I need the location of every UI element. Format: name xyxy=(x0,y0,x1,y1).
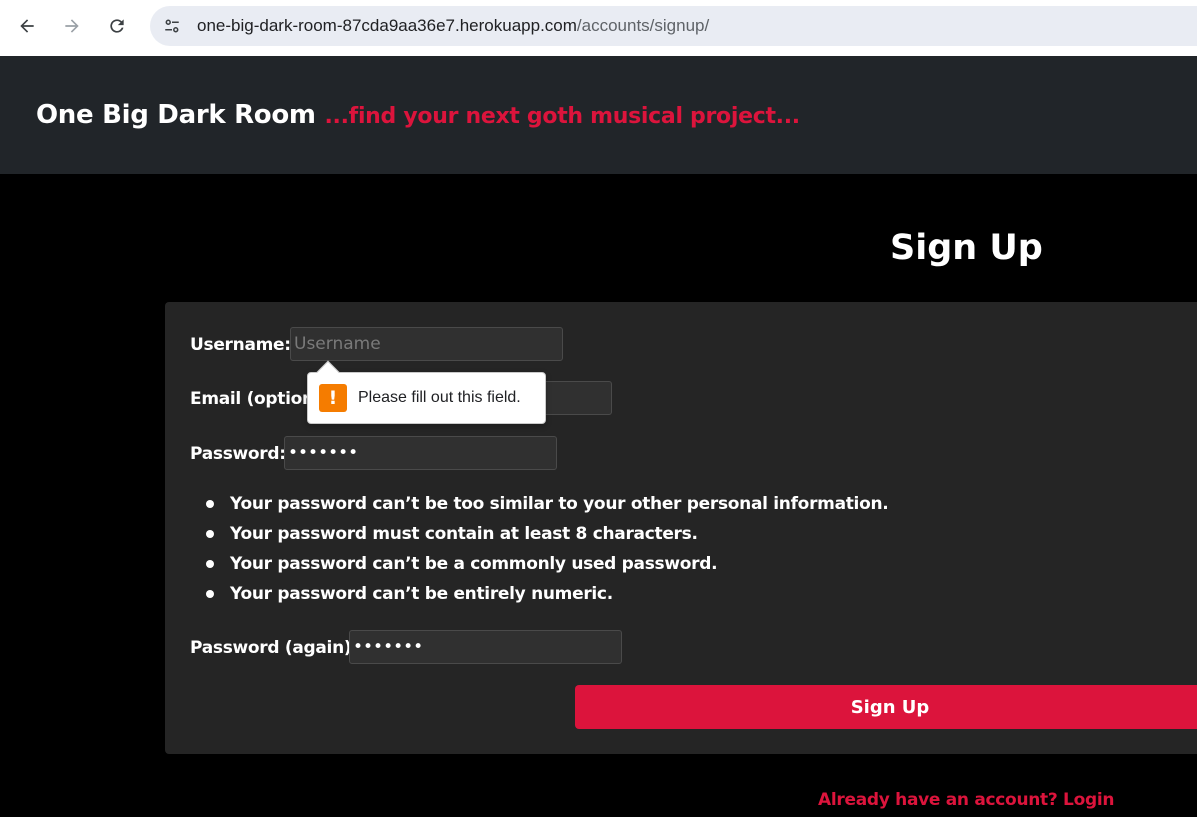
back-button[interactable] xyxy=(11,10,43,42)
validation-tooltip: ! Please fill out this field. xyxy=(307,360,546,424)
password-help-item: Your password can’t be entirely numeric. xyxy=(205,584,888,614)
tune-icon xyxy=(165,19,179,33)
brand[interactable]: One Big Dark Room ...find your next goth… xyxy=(36,100,800,130)
arrow-right-icon xyxy=(65,19,79,33)
password-label: Password: xyxy=(190,444,286,464)
url-host: one-big-dark-room-87cda9aa36e7.herokuapp… xyxy=(197,16,577,35)
reload-button[interactable] xyxy=(101,10,133,42)
arrow-left-icon xyxy=(20,19,34,33)
validation-message: Please fill out this field. xyxy=(358,389,521,406)
page-title: Sign Up xyxy=(890,228,1043,268)
brand-tagline: ...find your next goth musical project..… xyxy=(324,104,801,129)
login-link[interactable]: Already have an account? Login xyxy=(818,790,1114,810)
url-path: /accounts/signup/ xyxy=(576,16,710,35)
url-text[interactable]: one-big-dark-room-87cda9aa36e7.herokuapp… xyxy=(197,16,709,36)
password-help-item: Your password can’t be a commonly used p… xyxy=(205,554,888,584)
password-help-item: Your password must contain at least 8 ch… xyxy=(205,524,888,554)
forward-button[interactable] xyxy=(56,10,88,42)
password-input[interactable] xyxy=(284,436,557,470)
password-help-item: Your password can’t be too similar to yo… xyxy=(205,494,889,524)
username-input[interactable] xyxy=(290,327,563,361)
username-label: Username: xyxy=(190,335,291,355)
address-bar[interactable]: one-big-dark-room-87cda9aa36e7.herokuapp… xyxy=(150,6,1197,46)
password-confirm-input[interactable] xyxy=(349,630,622,664)
sign-up-button[interactable]: Sign Up xyxy=(575,685,1197,729)
site-settings-icon[interactable] xyxy=(158,12,186,40)
site-header: One Big Dark Room ...find your next goth… xyxy=(0,56,1197,174)
brand-title: One Big Dark Room xyxy=(36,100,316,130)
password-help-list: Your password can’t be too similar to yo… xyxy=(205,494,889,614)
reload-icon xyxy=(110,19,124,33)
warning-icon: ! xyxy=(319,384,347,412)
browser-toolbar: one-big-dark-room-87cda9aa36e7.herokuapp… xyxy=(0,0,1197,56)
password-confirm-label: Password (again): xyxy=(190,638,358,658)
